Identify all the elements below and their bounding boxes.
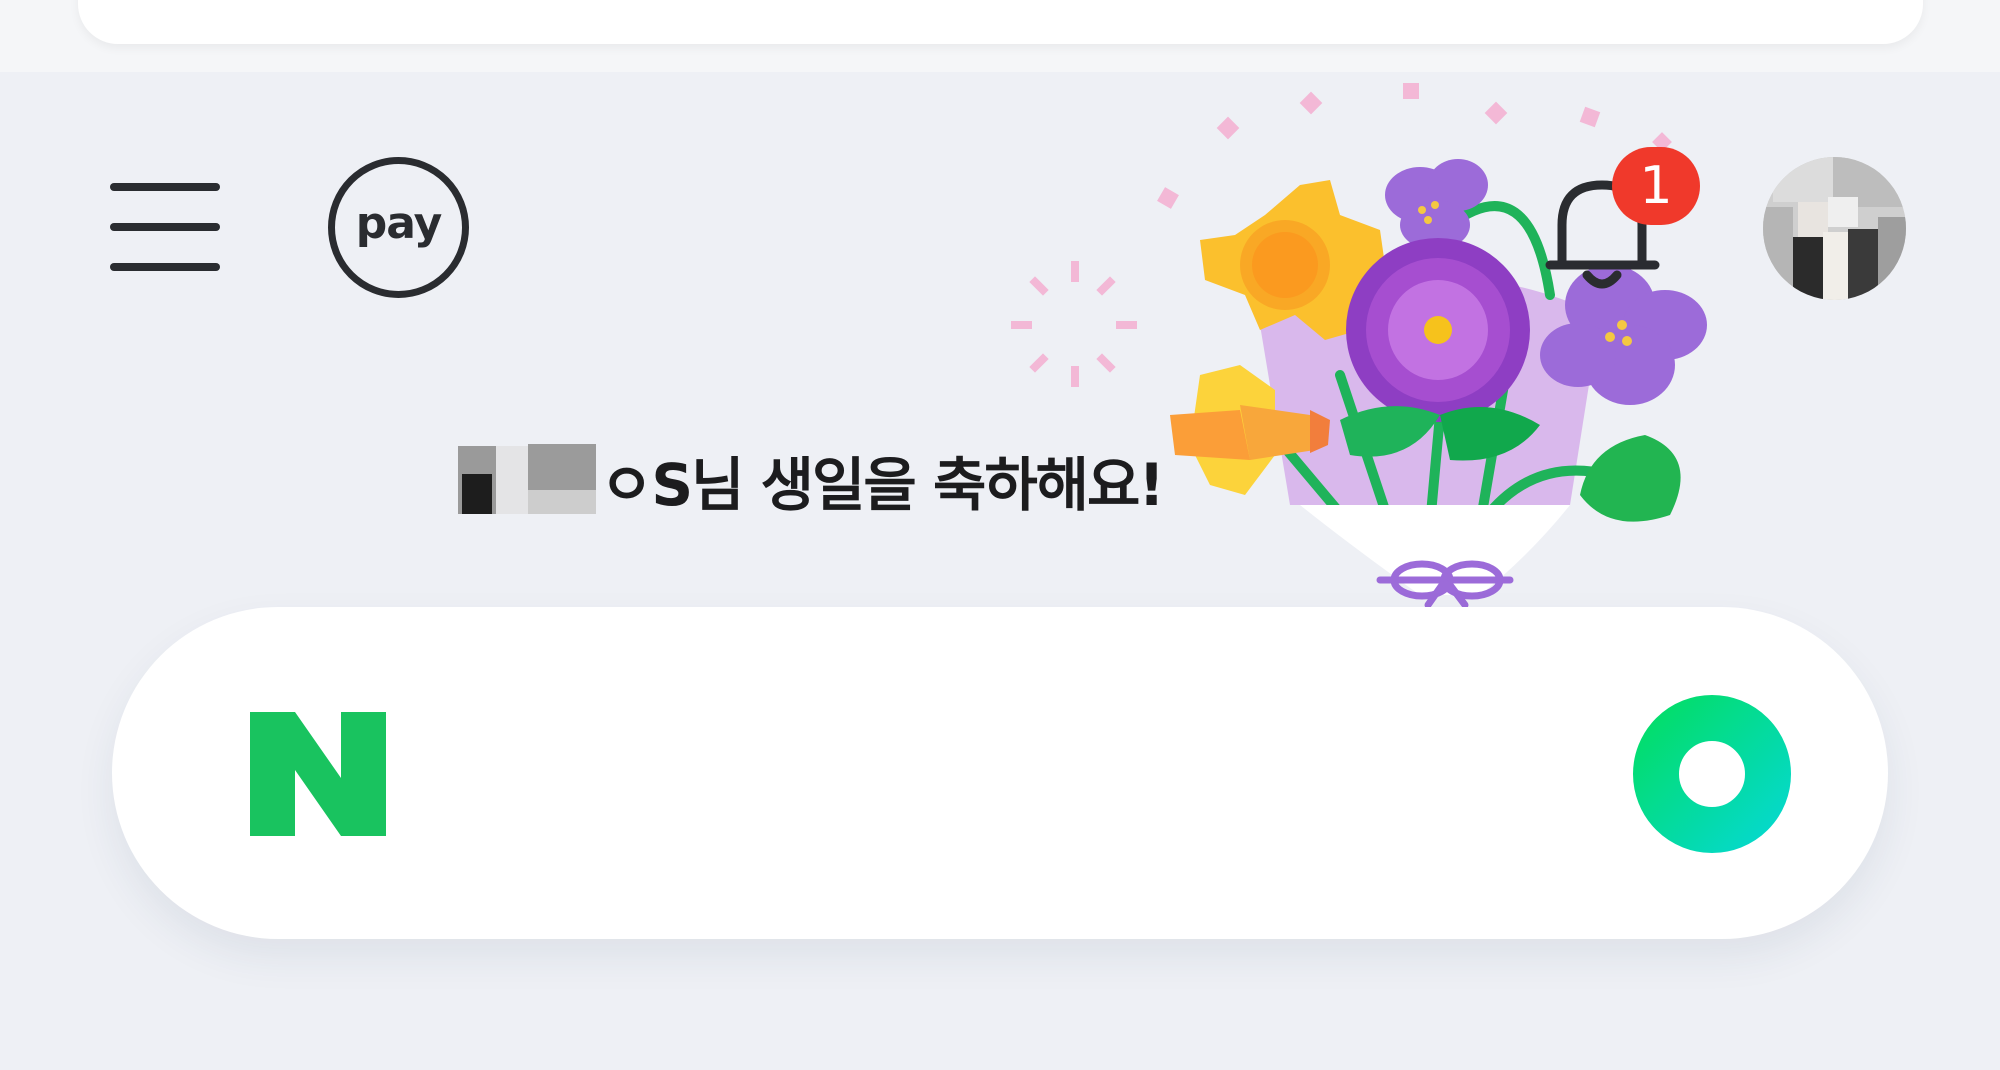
birthday-bouquet-illustration (1011, 83, 1707, 609)
hamburger-menu-icon (110, 183, 220, 191)
top-card (78, 0, 1923, 44)
menu-button[interactable] (105, 175, 225, 280)
notification-badge: 1 (1612, 147, 1700, 225)
avatar[interactable] (1763, 157, 1906, 300)
greeting-text: ㅇS님 생일을 축하해요! (600, 451, 1165, 519)
avatar-image (1763, 157, 1906, 300)
pay-button[interactable]: pay (327, 156, 470, 299)
hamburger-line (110, 263, 220, 271)
green-ring-icon[interactable] (1633, 695, 1791, 853)
hamburger-line (110, 223, 220, 231)
pay-label: pay (355, 198, 443, 249)
search-input[interactable] (412, 707, 1666, 839)
birthday-greeting: ㅇS님 생일을 축하해요! (458, 440, 1165, 520)
blurred-name-mask (458, 444, 598, 516)
naver-logo-icon[interactable] (250, 712, 386, 836)
